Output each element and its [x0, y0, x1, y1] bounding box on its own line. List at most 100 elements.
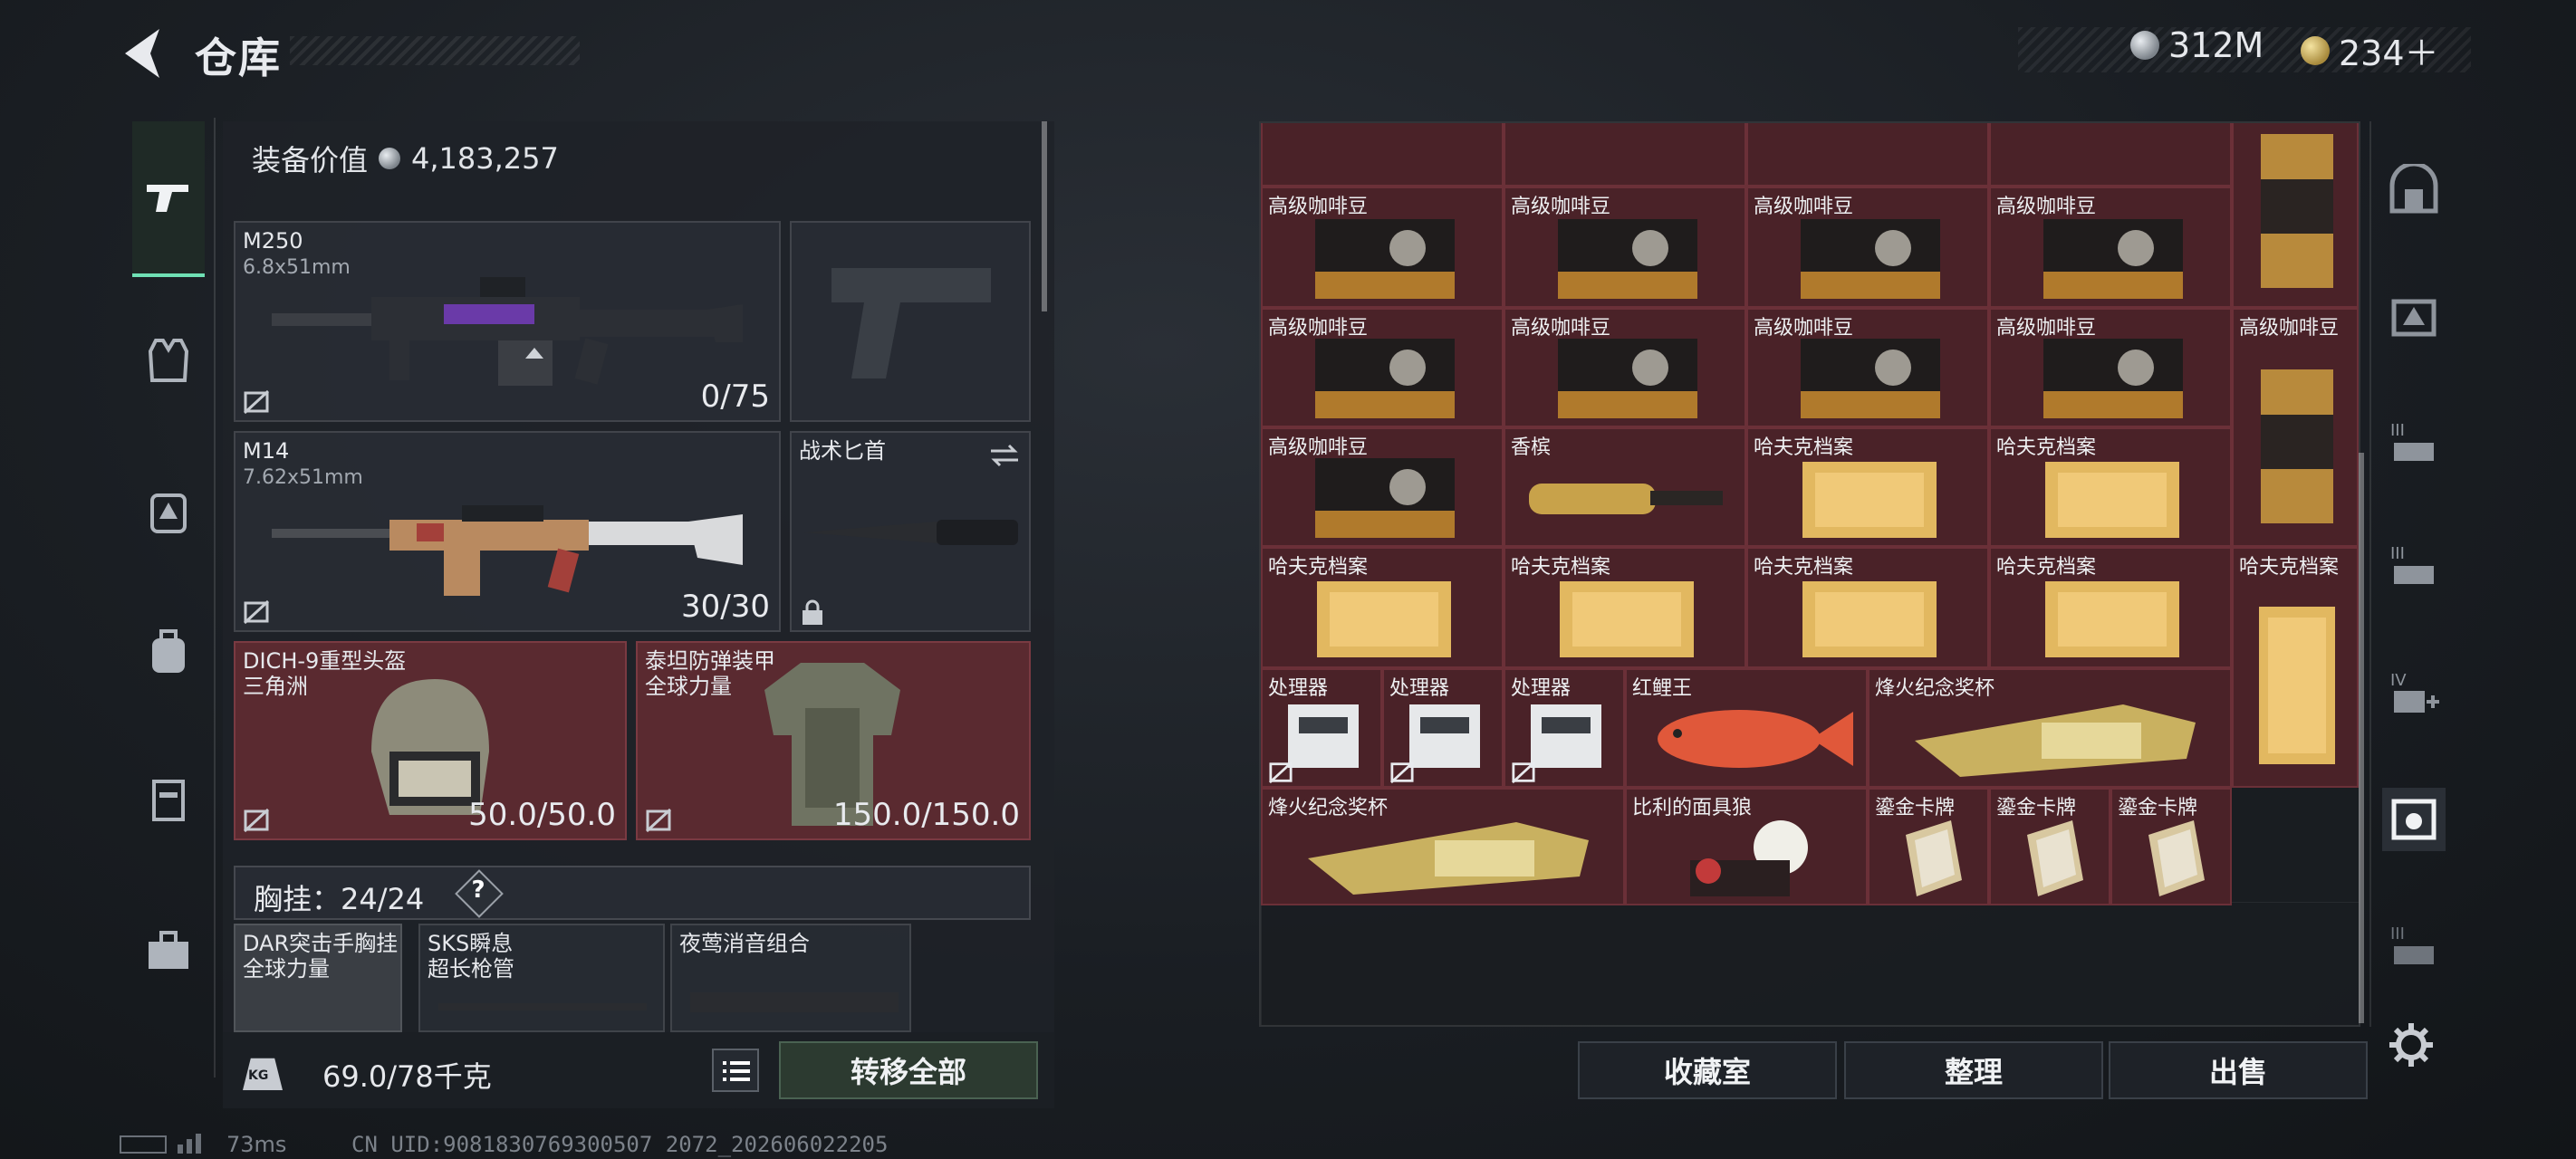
armor-slot[interactable]: 泰坦防弹装甲 全球力量 150.0/150.0	[636, 641, 1031, 840]
weapon-name: M250	[243, 228, 303, 254]
coin-icon	[2130, 31, 2159, 60]
coin-icon	[379, 148, 401, 169]
item-processor[interactable]: 处理器	[1382, 668, 1504, 788]
tab-storage-7[interactable]: III	[2382, 915, 2446, 978]
coin-balance[interactable]: 312M	[2130, 25, 2264, 65]
title-decoration	[290, 36, 580, 65]
nav-backpack[interactable]	[132, 616, 205, 688]
storage-iii-icon: III	[2390, 544, 2434, 584]
primary-weapon-slot[interactable]: M250 6.8x51mm 0/75	[234, 221, 781, 422]
help-icon[interactable]: ?	[466, 876, 490, 904]
item-gold-card[interactable]: 鎏金卡牌	[1868, 788, 1989, 905]
item-huff-file[interactable]: 哈夫克档案	[1746, 547, 1989, 668]
item-gold-card[interactable]: 鎏金卡牌	[1989, 788, 2110, 905]
item-coffee[interactable]: 高级咖啡豆	[1504, 308, 1746, 427]
item-coffee[interactable]: 高级咖啡豆	[1989, 308, 2232, 427]
coffee-bag-icon	[2261, 134, 2333, 288]
item-huff-file[interactable]: 哈夫克档案	[1989, 427, 2232, 547]
item-huff-file[interactable]: 哈夫克档案	[1746, 427, 1989, 547]
tab-storage-4[interactable]: III	[2382, 534, 2446, 598]
pistol-placeholder-icon	[831, 268, 991, 378]
no-insure-icon	[243, 389, 270, 415]
equipment-scrollbar[interactable]	[1042, 121, 1047, 311]
item-coffee[interactable]	[1989, 123, 2232, 187]
backpack-alert-icon	[150, 493, 187, 533]
collection-room-button[interactable]: 收藏室	[1578, 1041, 1837, 1099]
tab-storage-3[interactable]: III	[2382, 411, 2446, 474]
nav-vest[interactable]	[132, 324, 205, 397]
swap-icon[interactable]	[989, 442, 1020, 469]
transfer-all-button[interactable]: 转移全部	[779, 1041, 1038, 1099]
display-case-icon	[2391, 799, 2437, 840]
left-category-nav	[120, 118, 216, 1078]
svg-text:IV: IV	[2390, 671, 2407, 690]
item-red-carp[interactable]: 红鲤王	[1625, 668, 1868, 788]
sell-button[interactable]: 出售	[2109, 1041, 2368, 1099]
gold-balance[interactable]: 234＋	[2301, 25, 2439, 75]
back-arrow-icon[interactable]	[120, 25, 165, 81]
nav-case[interactable]	[132, 762, 205, 835]
item-coffee[interactable]: 高级咖啡豆	[1746, 187, 1989, 308]
item-coffee[interactable]: 高级咖啡豆	[1746, 308, 1989, 427]
item-trophy[interactable]: 烽火纪念奖杯	[1261, 788, 1625, 905]
item-huff-file[interactable]: 哈夫克档案	[1261, 547, 1504, 668]
coffee-pack-icon	[1558, 219, 1697, 299]
page-title: 仓库	[195, 34, 282, 82]
item-coffee[interactable]	[1504, 123, 1746, 187]
item-coffee[interactable]: 高级咖啡豆	[1504, 187, 1746, 308]
coffee-pack-icon	[2043, 219, 2183, 299]
file-folder-icon	[1317, 581, 1451, 657]
item-coffee-bag[interactable]	[2232, 123, 2359, 308]
melee-slot[interactable]: 战术匕首	[790, 431, 1031, 632]
item-coffee[interactable]: 高级咖啡豆	[1261, 308, 1504, 427]
item-coffee[interactable]: 高级咖啡豆	[1989, 187, 2232, 308]
helmet-slot[interactable]: DICH-9重型头盔 三角洲 50.0/50.0	[234, 641, 627, 840]
item-gold-card[interactable]: 鎏金卡牌	[2110, 788, 2232, 905]
item-huff-file[interactable]: 哈夫克档案	[1504, 547, 1746, 668]
ping: 73ms	[226, 1132, 287, 1157]
item-coffee[interactable]: 高级咖啡豆	[1261, 187, 1504, 308]
no-insure-icon	[243, 808, 270, 833]
inventory-grid: 高级咖啡豆 高级咖啡豆 高级咖啡豆 高级咖啡豆 高级咖啡豆 高级咖啡豆 高级咖啡…	[1259, 121, 2360, 1027]
signal-icon	[178, 1134, 201, 1154]
rig-item-sks[interactable]: SKS瞬息 超长枪管	[418, 924, 665, 1032]
item-huff-file-tall[interactable]: 哈夫克档案	[2232, 547, 2359, 788]
card-icon	[1906, 820, 1962, 896]
rig-item-dar[interactable]: DAR突击手胸挂 全球力量	[234, 924, 402, 1032]
card-icon	[2148, 820, 2205, 896]
gold-coin-icon	[2301, 35, 2330, 65]
storage-ii-icon	[2391, 299, 2437, 337]
file-folder-icon	[1802, 581, 1937, 657]
item-processor[interactable]: 处理器	[1261, 668, 1382, 788]
secondary-weapon-slot[interactable]: M14 7.62x51mm 30/30	[234, 431, 781, 632]
list-view-button[interactable]	[712, 1049, 759, 1092]
tab-storage-active[interactable]	[2382, 788, 2446, 851]
tab-storage-5[interactable]: IV	[2382, 661, 2446, 724]
settings-gear-icon[interactable]	[2388, 1021, 2435, 1068]
item-trophy[interactable]: 烽火纪念奖杯	[1868, 668, 2232, 788]
sort-button[interactable]: 整理	[1844, 1041, 2103, 1099]
no-insure-icon	[1268, 761, 1293, 784]
tab-storage-2[interactable]	[2382, 284, 2446, 348]
carry-weight: 69.0/78千克	[322, 1059, 492, 1094]
file-folder-icon	[2259, 607, 2335, 764]
equipment-value: 装备价值 4,183,257	[252, 141, 559, 177]
item-coffee[interactable]	[1261, 123, 1504, 187]
item-champagne[interactable]: 香槟	[1504, 427, 1746, 547]
processor-icon	[1288, 704, 1359, 768]
item-billy-mask[interactable]: 比利的面具狼	[1625, 788, 1868, 905]
item-processor[interactable]: 处理器	[1504, 668, 1625, 788]
item-coffee-bag[interactable]: 高级咖啡豆	[2232, 308, 2359, 547]
rig-item-suppressor[interactable]: 夜莺消音组合	[670, 924, 911, 1032]
item-coffee[interactable]: 高级咖啡豆	[1261, 427, 1504, 547]
item-huff-file[interactable]: 哈夫克档案	[1989, 547, 2232, 668]
nav-toolbox[interactable]	[132, 915, 205, 987]
tab-storage-1[interactable]	[2382, 158, 2446, 221]
pistol-slot-empty[interactable]	[790, 221, 1031, 422]
case-icon	[152, 780, 185, 821]
item-coffee[interactable]	[1746, 123, 1989, 187]
vault-icon	[2389, 164, 2438, 214]
nav-backpack-alert[interactable]	[132, 474, 205, 547]
inventory-scrollbar[interactable]	[2359, 453, 2364, 1023]
nav-weapons[interactable]	[132, 121, 205, 277]
